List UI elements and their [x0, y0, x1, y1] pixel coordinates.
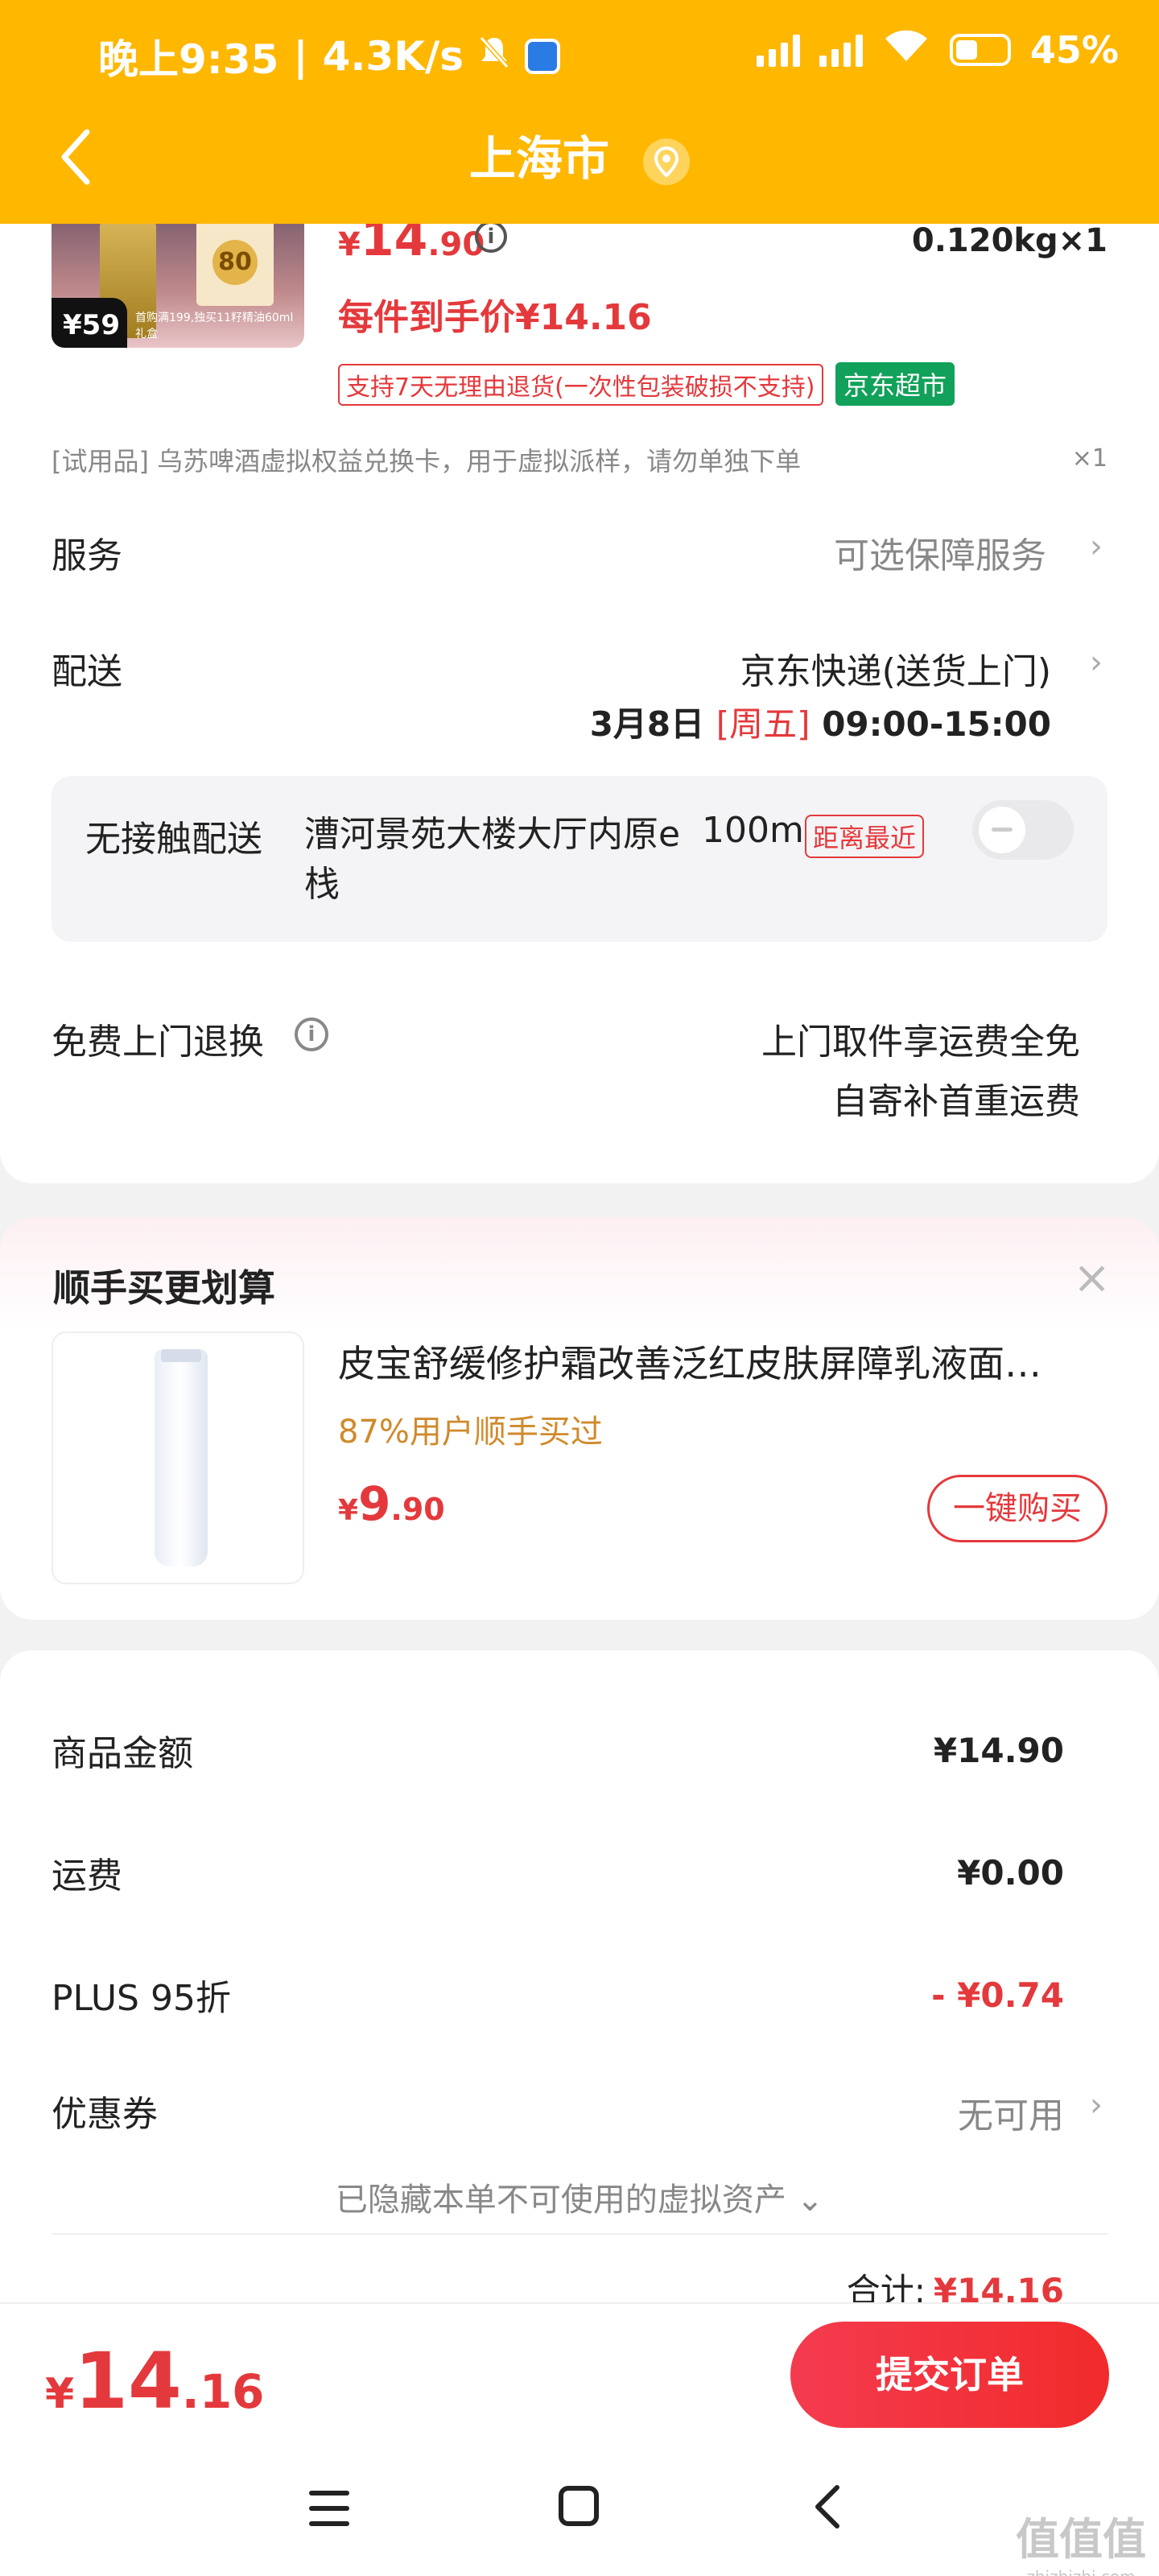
product-weight-qty: 0.120kg×1	[911, 222, 1107, 259]
product-image-price-badge: ¥59	[52, 298, 127, 348]
mute-bell-icon	[478, 33, 510, 80]
checkout-price: ¥14.16	[45, 2336, 265, 2426]
nearest-tag: 距离最近	[805, 815, 925, 858]
menu-icon[interactable]	[309, 2491, 349, 2526]
watermark-sub: zhizhizhi.com	[1016, 2567, 1146, 2576]
system-nav-bar: 值值值 zhizhizhi.com	[0, 2447, 1159, 2576]
coupon-value[interactable]: 无可用	[958, 2087, 1064, 2138]
battery-icon	[949, 33, 1011, 66]
status-divider: |	[293, 33, 308, 80]
no-contact-toggle[interactable]	[972, 800, 1074, 860]
shipping-value: ¥0.00	[957, 1853, 1064, 1893]
status-bar-right: 45%	[756, 27, 1119, 72]
plus-discount-label: PLUS 95折	[52, 1978, 231, 2019]
return-policy-tag: 支持7天无理由退货(一次性包装破损不支持)	[338, 364, 823, 406]
page-title[interactable]: 上海市	[0, 121, 1159, 188]
signal-icon-1	[756, 33, 800, 67]
coupon-label: 优惠券	[52, 2094, 158, 2135]
delivery-date: 3月8日	[589, 704, 705, 744]
service-label: 服务	[52, 535, 122, 576]
free-return-label: 免费上门退换	[52, 1022, 264, 1063]
unit-final-price: 每件到手价¥14.16	[338, 297, 652, 338]
free-return-line1: 上门取件享运费全免	[761, 1022, 1080, 1063]
cream-tube	[155, 1349, 208, 1567]
watermark: 值值值 zhizhizhi.com	[1016, 2504, 1146, 2576]
submit-order-button[interactable]: 提交订单	[790, 2322, 1109, 2428]
one-click-buy-button[interactable]: 一键购买	[927, 1475, 1107, 1542]
recommend-title: 顺手买更划算	[53, 1266, 275, 1310]
service-value[interactable]: 可选保障服务	[834, 526, 1046, 578]
top-bar: 晚上9:35 | 4.3K/s 45% 上海市	[0, 0, 1159, 224]
goods-amount-value: ¥14.90	[933, 1731, 1064, 1770]
toggle-off-icon	[992, 828, 1013, 832]
delivery-label: 配送	[52, 651, 122, 692]
plus-discount-value: - ¥0.74	[931, 1975, 1064, 2015]
product-box: 80	[196, 209, 274, 306]
delivery-chevron-icon[interactable]: ›	[1090, 644, 1103, 681]
trial-item-qty: ×1	[1071, 444, 1107, 473]
free-return-info-icon[interactable]: i	[295, 1018, 328, 1051]
status-time: 晚上9:35	[98, 36, 279, 83]
price-info-icon[interactable]: i	[475, 221, 507, 253]
battery-percent: 45%	[1029, 27, 1119, 72]
store-tag: 京东超市	[835, 362, 955, 406]
wifi-icon	[882, 27, 930, 72]
recommend-price: ¥9.90	[338, 1476, 445, 1531]
app-notification-icon	[524, 39, 560, 74]
product-box-number: 80	[212, 240, 258, 285]
no-contact-delivery-box: 无接触配送 漕河景苑大楼大厅内原e栈 100m 距离最近	[52, 776, 1107, 942]
delivery-window: 09:00-15:00	[822, 704, 1051, 744]
trial-item-text: [试用品] 乌苏啤酒虚拟权益兑换卡，用于虚拟派样，请勿单独下单	[52, 446, 802, 477]
service-chevron-icon[interactable]: ›	[1090, 528, 1103, 565]
home-icon[interactable]	[559, 2486, 599, 2526]
close-icon[interactable]: ×	[1073, 1256, 1111, 1301]
no-contact-distance: 100m	[702, 810, 804, 851]
page-title-text: 上海市	[468, 131, 609, 186]
divider	[52, 2233, 1107, 2235]
no-contact-label: 无接触配送	[85, 819, 262, 860]
recommend-stat: 87%用户顺手买过	[338, 1414, 603, 1451]
goods-amount-label: 商品金额	[52, 1733, 193, 1774]
delivery-method[interactable]: 京东快递(送货上门)	[740, 642, 1051, 694]
hidden-assets-text: 已隐藏本单不可使用的虚拟资产	[335, 2182, 786, 2219]
delivery-time[interactable]: 3月8日 [周五] 09:00-15:00	[590, 697, 1051, 746]
shipping-label: 运费	[52, 1856, 122, 1897]
free-return-line2: 自寄补首重运费	[832, 1081, 1080, 1122]
recommend-product-name[interactable]: 皮宝舒缓修护霜改善泛红皮肤屏障乳液面…	[338, 1335, 1095, 1388]
status-bar-left: 晚上9:35 | 4.3K/s	[98, 27, 560, 85]
status-speed: 4.3K/s	[322, 33, 464, 80]
signal-icon-2	[819, 33, 863, 67]
chevron-down-icon: ⌄	[796, 2182, 824, 2219]
product-image-promo: 首购满199,独买11籽精油60ml礼盒	[135, 312, 294, 341]
nav-back-icon[interactable]	[808, 2483, 848, 2531]
watermark-main: 值值值	[1016, 2514, 1146, 2565]
delivery-weekday: [周五]	[716, 704, 810, 744]
checkout-bar: ¥14.16 提交订单	[0, 2302, 1159, 2447]
coupon-chevron-icon[interactable]: ›	[1090, 2087, 1103, 2124]
hidden-assets-toggle[interactable]: 已隐藏本单不可使用的虚拟资产 ⌄	[0, 2174, 1159, 2220]
location-pin-icon[interactable]	[643, 138, 691, 185]
recommend-product-image[interactable]	[52, 1331, 304, 1584]
no-contact-address: 漕河景苑大楼大厅内原e栈	[304, 814, 681, 905]
product-image[interactable]: 80 ¥59 首购满199,独买11籽精油60ml礼盒	[52, 209, 304, 348]
